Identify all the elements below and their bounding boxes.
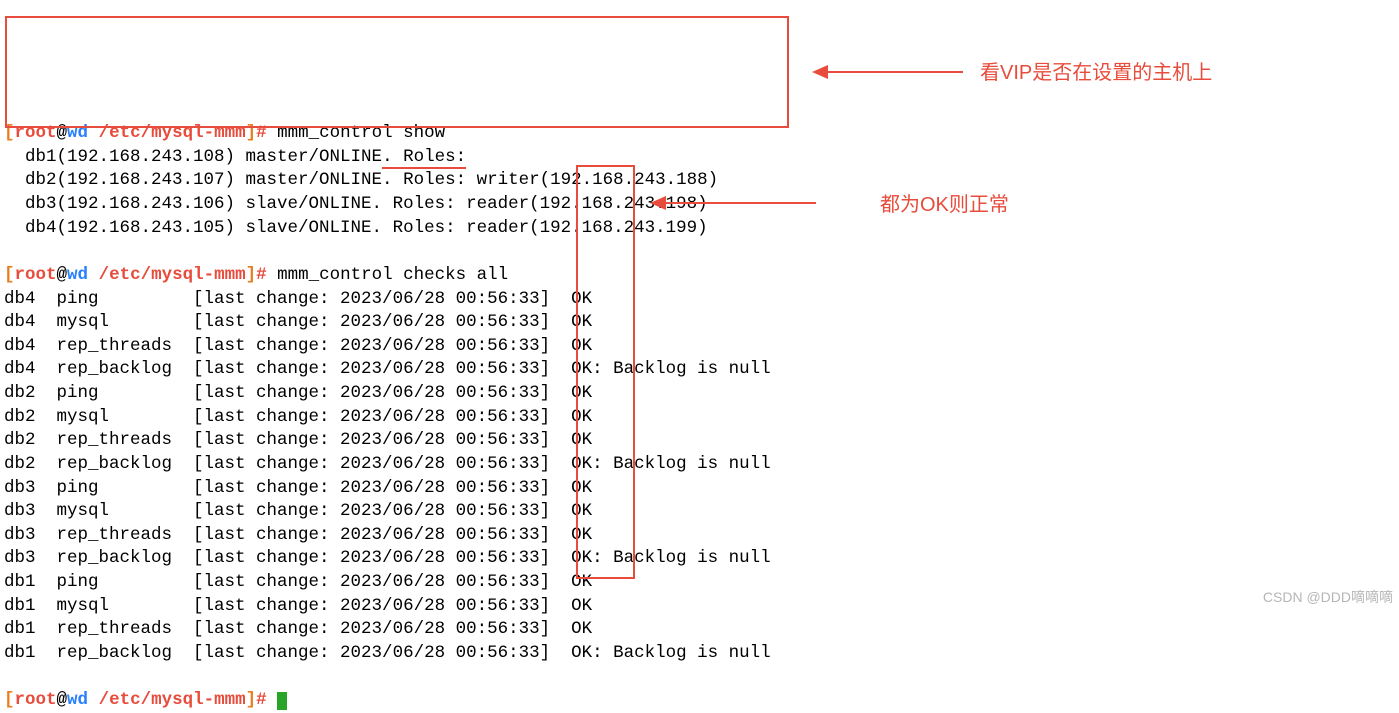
- show-line-3: db3(192.168.243.106) slave/ONLINE. Roles…: [4, 194, 708, 214]
- check-row: db2 rep_threads [last change: 2023/06/28…: [4, 430, 592, 450]
- command-checks: mmm_control checks all: [277, 265, 508, 285]
- prompt-bracket-open: [: [4, 265, 15, 285]
- annotation-ok: 都为OK则正常: [880, 192, 1009, 219]
- check-row: db1 rep_backlog [last change: 2023/06/28…: [4, 643, 592, 663]
- check-row: db2 rep_backlog [last change: 2023/06/28…: [4, 454, 592, 474]
- prompt-hash: #: [256, 690, 277, 710]
- check-row: db4 ping [last change: 2023/06/28 00:56:…: [4, 289, 592, 309]
- check-row: db1 mysql [last change: 2023/06/28 00:56…: [4, 596, 592, 616]
- prompt-bracket-close: ]: [246, 690, 257, 710]
- prompt-hash: #: [256, 265, 277, 285]
- prompt-at: @: [57, 265, 68, 285]
- command-show: mmm_control show: [277, 123, 445, 143]
- check-row: db2 mysql [last change: 2023/06/28 00:56…: [4, 407, 592, 427]
- prompt-host: wd: [67, 123, 88, 143]
- prompt-host: wd: [67, 690, 88, 710]
- check-row: db3 rep_threads [last change: 2023/06/28…: [4, 525, 592, 545]
- prompt-user: root: [15, 265, 57, 285]
- check-row: db4 rep_backlog [last change: 2023/06/28…: [4, 359, 592, 379]
- prompt-path: /etc/mysql-mmm: [88, 690, 246, 710]
- highlight-box-show-output: [5, 16, 789, 128]
- check-row: db4 mysql [last change: 2023/06/28 00:56…: [4, 312, 592, 332]
- check-row: db1 rep_threads [last change: 2023/06/28…: [4, 619, 592, 639]
- arrow-line: [666, 202, 816, 204]
- show-line-1a: db1(192.168.243.108) master/ONLINE: [4, 147, 382, 167]
- prompt-path: /etc/mysql-mmm: [88, 265, 246, 285]
- arrow-line: [828, 71, 963, 73]
- check-row: db3 mysql [last change: 2023/06/28 00:56…: [4, 501, 592, 521]
- prompt-user: root: [15, 123, 57, 143]
- check-row: db4 rep_threads [last change: 2023/06/28…: [4, 336, 592, 356]
- prompt-path: /etc/mysql-mmm: [88, 123, 246, 143]
- prompt-user: root: [15, 690, 57, 710]
- check-row: db1 ping [last change: 2023/06/28 00:56:…: [4, 572, 592, 592]
- prompt-hash: #: [256, 123, 277, 143]
- arrow-left-icon: [812, 65, 828, 79]
- cursor-icon[interactable]: [277, 692, 287, 710]
- check-suffix: : Backlog is null: [592, 359, 771, 379]
- arrow-left-icon: [650, 196, 666, 210]
- annotation-vip: 看VIP是否在设置的主机上: [980, 60, 1212, 87]
- watermark: CSDN @DDD嘀嘀嘀: [1263, 588, 1393, 607]
- show-line-2: db2(192.168.243.107) master/ONLINE. Role…: [4, 170, 718, 190]
- prompt-bracket-close: ]: [246, 123, 257, 143]
- prompt-host: wd: [67, 265, 88, 285]
- check-row: db2 ping [last change: 2023/06/28 00:56:…: [4, 383, 592, 403]
- check-row: db3 rep_backlog [last change: 2023/06/28…: [4, 548, 592, 568]
- prompt-bracket-open: [: [4, 123, 15, 143]
- prompt-bracket-close: ]: [246, 265, 257, 285]
- prompt-at: @: [57, 123, 68, 143]
- prompt-at: @: [57, 690, 68, 710]
- check-suffix: : Backlog is null: [592, 643, 771, 663]
- check-suffix: : Backlog is null: [592, 548, 771, 568]
- check-suffix: : Backlog is null: [592, 454, 771, 474]
- prompt-bracket-open: [: [4, 690, 15, 710]
- show-line-1b: . Roles:: [382, 147, 466, 169]
- check-row: db3 ping [last change: 2023/06/28 00:56:…: [4, 478, 592, 498]
- show-line-4: db4(192.168.243.105) slave/ONLINE. Roles…: [4, 218, 708, 238]
